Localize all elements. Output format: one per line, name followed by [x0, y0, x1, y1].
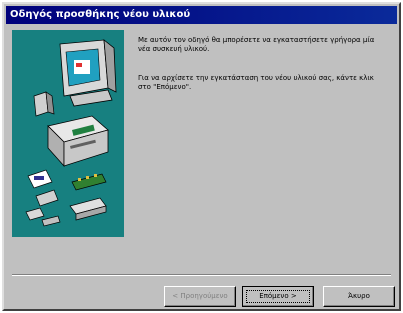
system-unit-icon [47, 115, 109, 168]
wizard-window: Οδηγός προσθήκης νέου υλικού Με αυτόν το… [2, 2, 401, 311]
intro-paragraph: Με αυτόν τον οδηγό θα μπορέσετε να εγκατ… [138, 36, 375, 53]
focus-rectangle [246, 290, 310, 303]
separator [12, 274, 391, 276]
next-button[interactable]: Επόμενο > [242, 286, 314, 307]
hardware-illustration [12, 30, 124, 237]
speaker-icon [33, 91, 55, 117]
modem-icon [35, 189, 59, 207]
cancel-button[interactable]: Άκυρο [323, 286, 395, 307]
window-title: Οδηγός προσθήκης νέου υλικού [10, 9, 191, 20]
chip-icon [71, 173, 107, 191]
hardware-illustration-icon [25, 39, 117, 227]
sound-card-icon [27, 169, 53, 189]
monitor-icon [59, 39, 117, 107]
instruction-paragraph: Για να αρχίσετε την εγκατάσταση του νέου… [138, 74, 374, 91]
back-button[interactable]: < Προηγούμενο [164, 286, 236, 307]
title-bar[interactable]: Οδηγός προσθήκης νέου υλικού [6, 6, 397, 24]
drive-icon [25, 197, 107, 227]
